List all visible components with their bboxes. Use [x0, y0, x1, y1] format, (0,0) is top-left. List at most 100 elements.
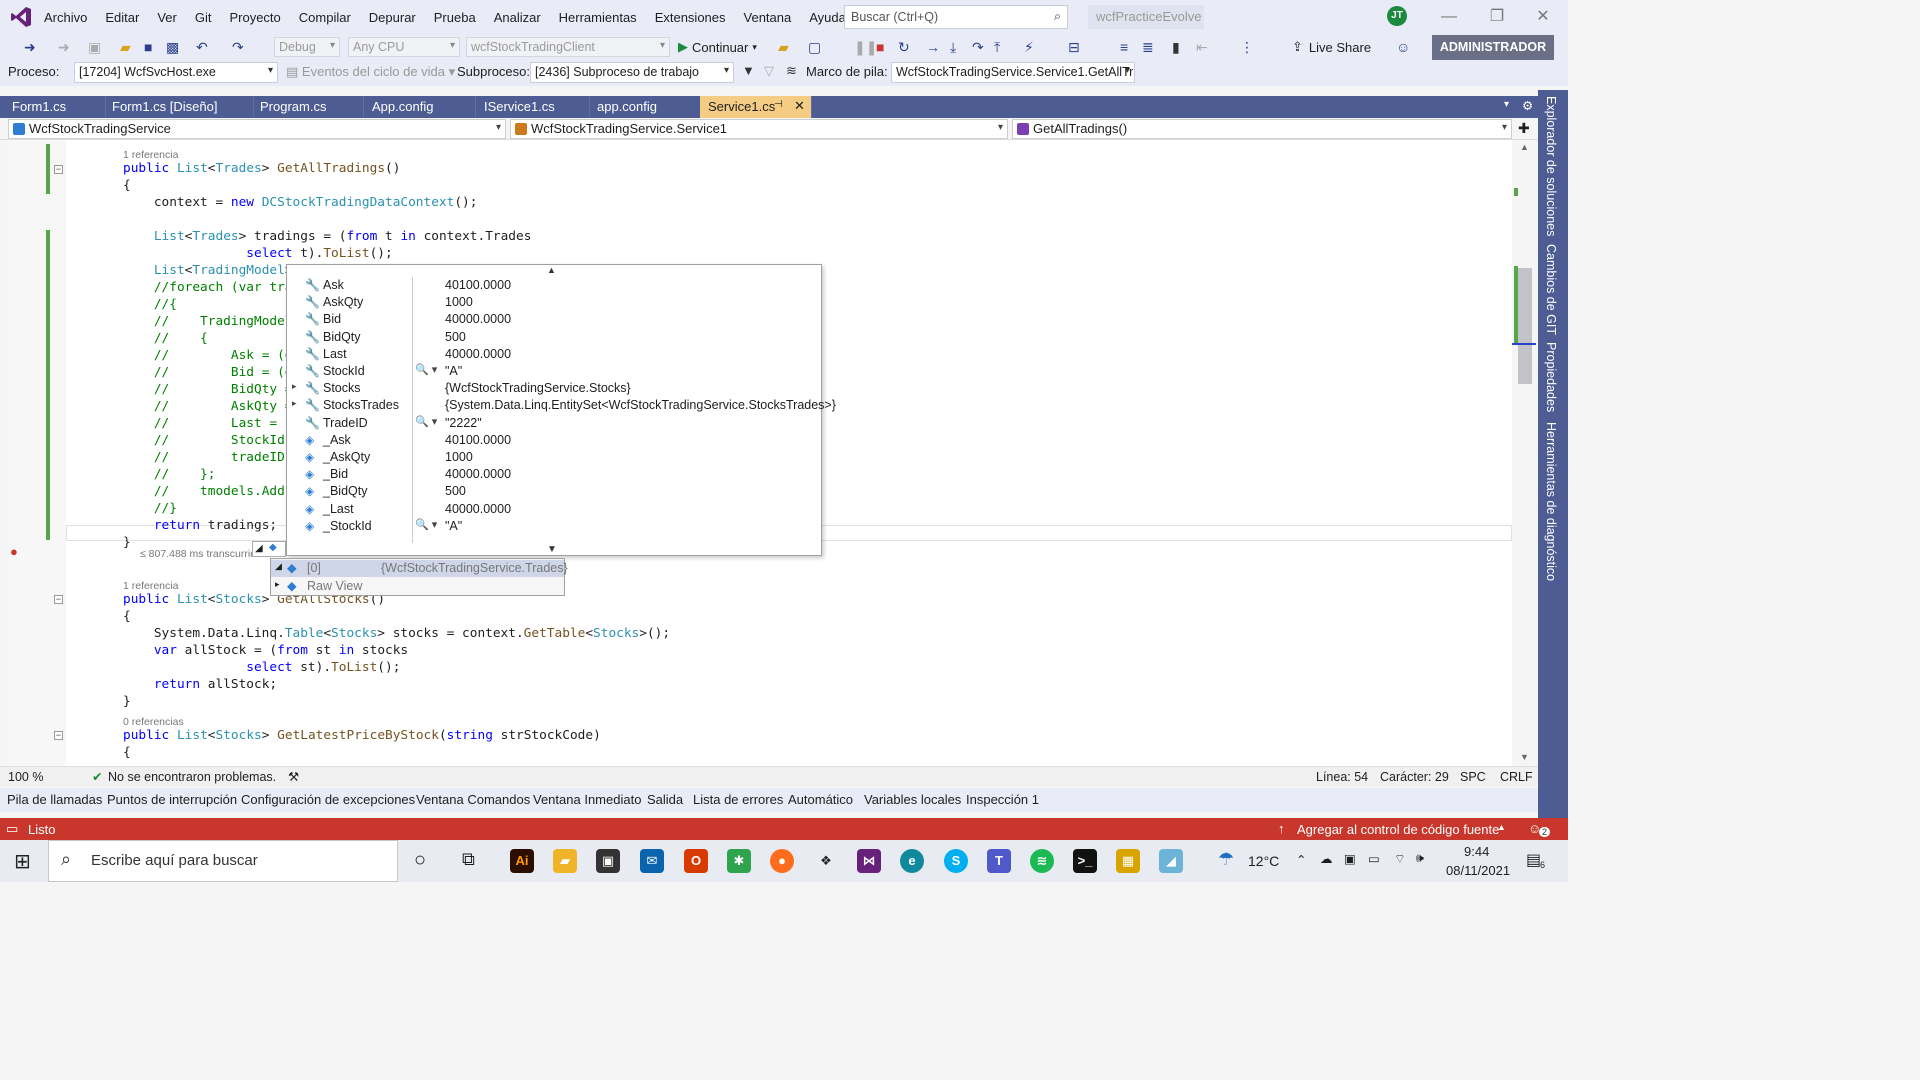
locals-tab[interactable]: Variables locales [864, 792, 961, 807]
bookmark-icon[interactable]: ▮ [1172, 38, 1180, 56]
chevron-up-icon[interactable]: ⌃ [1296, 852, 1306, 867]
filter-clear-icon[interactable]: ▽ [764, 63, 774, 79]
step-out-icon[interactable]: ⤒ [994, 38, 1000, 56]
datatip-value[interactable]: 40000.0000 [445, 502, 511, 516]
lifecycle-events[interactable]: ▤ Eventos del ciclo de vida ▾ [286, 64, 455, 80]
settings-icon[interactable]: ⚙ [1522, 98, 1533, 113]
datatip-value[interactable]: 40100.0000 [445, 433, 511, 447]
file-explorer-icon[interactable]: ▰ [553, 849, 577, 873]
datatip-value[interactable]: 40000.0000 [445, 312, 511, 326]
solution-explorer-tab[interactable]: Explorador de soluciones [1544, 96, 1558, 236]
menu-item-compilar[interactable]: Compilar [293, 10, 357, 25]
platform-select[interactable]: Any CPU [348, 37, 460, 57]
visualizer-icon[interactable]: 🔍 ▾ [415, 415, 437, 428]
search-input[interactable]: Buscar (Ctrl+Q) ⌕ [844, 5, 1068, 29]
tab-app-config[interactable]: App.config [364, 96, 476, 118]
visualizer-icon[interactable]: 🔍 ▾ [415, 363, 437, 376]
datatip-row[interactable]: 🔧 Bid 40000.0000 [287, 311, 821, 328]
diagnostic-tools-tab[interactable]: Herramientas de diagnóstico [1544, 422, 1558, 581]
illustrator-icon[interactable]: Ai [510, 849, 534, 873]
app-icon[interactable]: ▦ [1116, 849, 1140, 873]
menu-item-ventana[interactable]: Ventana [738, 10, 798, 25]
output-tab[interactable]: Salida [647, 792, 683, 807]
collapse-icon[interactable]: − [54, 165, 63, 174]
datatip-value[interactable]: {WcfStockTradingService.Stocks} [445, 381, 631, 395]
datatip-value[interactable]: "A" [445, 519, 462, 533]
menu-item-git[interactable]: Git [189, 10, 218, 25]
datatip-row[interactable]: ◈ _BidQty 500 [287, 483, 821, 500]
tab-service1-cs[interactable]: Service1.cs ⊣ ✕ [700, 96, 812, 118]
clock-date[interactable]: 08/11/2021 [1446, 863, 1510, 878]
menu-item-depurar[interactable]: Depurar [363, 10, 422, 25]
menu-item-ver[interactable]: Ver [151, 10, 183, 25]
datatip-row[interactable]: ◈ _Last 40000.0000 [287, 501, 821, 518]
indent-icon[interactable]: ≣ [1142, 38, 1154, 56]
datatip-value[interactable]: 40000.0000 [445, 467, 511, 481]
minimize-icon[interactable]: — [1426, 4, 1472, 30]
scroll-down-icon[interactable]: ▼ [547, 544, 557, 555]
datatip-value[interactable]: 1000 [445, 295, 473, 309]
wifi-icon[interactable]: ⌔ [1394, 851, 1406, 867]
office-icon[interactable]: O [684, 849, 708, 873]
tab-program-cs[interactable]: Program.cs [252, 96, 364, 118]
problems-status[interactable]: No se encontraron problemas. [108, 770, 276, 784]
datatip-row[interactable]: 🔧 AskQty 1000 [287, 294, 821, 311]
call-stack-tab[interactable]: Pila de llamadas [7, 792, 102, 807]
tab-form1-design[interactable]: Form1.cs [Diseño] [104, 96, 254, 118]
teams-icon[interactable]: T [987, 849, 1011, 873]
action-center-icon[interactable]: ▤ [1526, 850, 1541, 870]
datatip-row[interactable]: 🔧 StockId 🔍 ▾ "A" [287, 363, 821, 380]
overflow-icon[interactable]: ⋮ [1240, 38, 1254, 56]
onedrive-icon[interactable]: ☁ [1320, 851, 1333, 866]
datatip-value[interactable]: "2222" [445, 416, 482, 430]
chevron-up-icon[interactable]: ▲ [1497, 822, 1506, 832]
dropbox-icon[interactable]: ❖ [814, 849, 838, 873]
menu-item-proyecto[interactable]: Proyecto [223, 10, 286, 25]
vertical-scrollbar[interactable]: ▲ ▼ [1512, 140, 1538, 766]
volume-icon[interactable]: 🕪 [1416, 851, 1424, 866]
autos-tab[interactable]: Automático [788, 792, 853, 807]
cortana-icon[interactable]: ○ [414, 849, 426, 872]
datatip-anchor[interactable]: ◢ ◆ [252, 541, 286, 557]
datatip-row[interactable]: ◈ _AskQty 1000 [287, 449, 821, 466]
outdent-icon[interactable]: ≡ [1120, 38, 1128, 56]
open-folder-icon[interactable]: ▰ [120, 38, 131, 56]
member-select[interactable]: GetAllTradings() [1012, 119, 1512, 139]
mail-icon[interactable]: ✉ [640, 849, 664, 873]
live-share-button[interactable]: ⇪ Live Share [1292, 36, 1371, 58]
feedback-icon[interactable]: ☺ [1396, 38, 1410, 56]
taskbar-search[interactable]: ⌕ Escribe aquí para buscar [48, 840, 398, 882]
datatip-row[interactable]: 🔧 TradeID 🔍 ▾ "2222" [287, 415, 821, 432]
tab-list-icon[interactable]: ▾ [1504, 99, 1509, 110]
continue-button[interactable]: ▶ Continuar ▾ [678, 37, 757, 57]
step-over-icon[interactable]: ↷ [972, 38, 984, 56]
save-icon[interactable]: ■ [144, 38, 152, 56]
tab-app-config-2[interactable]: app.config [589, 96, 701, 118]
show-next-statement-icon[interactable]: → [926, 38, 940, 56]
error-list-tab[interactable]: Lista de errores [693, 792, 783, 807]
edge-icon[interactable]: e [900, 849, 924, 873]
save-all-icon[interactable]: ▩ [166, 38, 179, 56]
menu-item-editar[interactable]: Editar [99, 10, 145, 25]
device-icon[interactable]: ▣ [1344, 851, 1356, 866]
bookmark-prev-icon[interactable]: ⇤ [1196, 38, 1208, 56]
config-select[interactable]: Debug [274, 37, 340, 57]
collapse-icon[interactable]: − [54, 595, 63, 604]
attach-icon[interactable]: ▰ [778, 38, 789, 56]
datatip-row[interactable]: 🔧 BidQty 500 [287, 329, 821, 346]
datatip-row[interactable]: ◈ _Bid 40000.0000 [287, 466, 821, 483]
datatip-row[interactable]: ▸ ◆ Raw View [271, 578, 564, 595]
menu-item-herramientas[interactable]: Herramientas [553, 10, 643, 25]
screenshot-icon[interactable]: ▢ [808, 38, 821, 56]
datatip-value[interactable]: 500 [445, 330, 466, 344]
datatip-popup[interactable]: ▲ 🔧 Ask 40100.0000 🔧 AskQty 1000 🔧 Bid 40000.000… [286, 264, 836, 556]
tab-form1-cs[interactable]: Form1.cs [4, 96, 106, 118]
properties-tab[interactable]: Propiedades [1544, 342, 1558, 412]
command-window-tab[interactable]: Ventana Comandos [416, 792, 530, 807]
datatip-row[interactable]: 🔧 Ask 40100.0000 [287, 277, 821, 294]
terminal-icon[interactable]: >_ [1073, 849, 1097, 873]
perf-tip[interactable]: ≤ 807.488 ms transcurrido [140, 548, 262, 560]
windows-start-icon[interactable]: ⊞ [14, 849, 31, 874]
step-into-icon[interactable]: ⤓ [950, 38, 956, 56]
scroll-up-icon[interactable]: ▲ [547, 265, 556, 275]
